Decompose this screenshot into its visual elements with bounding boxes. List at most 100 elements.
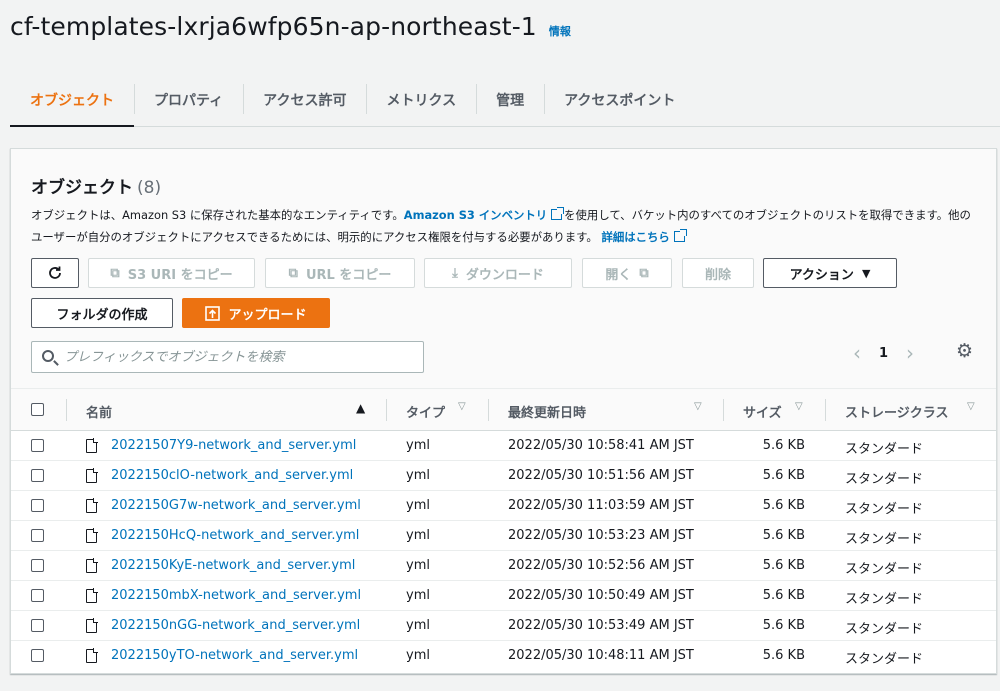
refresh-button[interactable] [31, 258, 79, 288]
row-checkbox[interactable] [31, 498, 44, 512]
file-icon-wrap [86, 557, 98, 575]
upload-icon [205, 305, 221, 321]
object-name-link[interactable]: 2022150mbX-network_and_server.yml [111, 588, 361, 603]
tab-5[interactable]: アクセスポイント [544, 73, 695, 126]
name-cell: 20221507Y9-network_and_server.yml [66, 430, 386, 461]
object-name-link[interactable]: 2022150yTO-network_and_server.yml [111, 648, 358, 663]
tab-1[interactable]: プロパティ [134, 73, 243, 126]
type-cell: yml [386, 520, 488, 551]
object-name-link[interactable]: 2022150KyE-network_and_server.yml [111, 558, 355, 573]
tab-2[interactable]: アクセス許可 [243, 73, 366, 126]
actions-dropdown[interactable]: アクション ▼ [763, 258, 897, 288]
refresh-icon [49, 266, 61, 279]
info-link[interactable]: 情報 [549, 23, 571, 39]
table-row[interactable]: 2022150KyE-network_and_server.yml yml 2022… [11, 550, 996, 581]
page-header: cf-templates-lxrja6wfp65n-ap-northeast-1… [10, 12, 571, 41]
table-row[interactable]: 2022150clO-network_and_server.yml yml 2022… [11, 460, 996, 491]
select-all-checkbox[interactable] [31, 403, 44, 416]
type-cell: yml [386, 610, 488, 641]
upload-button[interactable]: アップロード [182, 298, 330, 328]
modified-cell: 2022/05/30 10:48:11 AM JST [508, 647, 694, 663]
learn-more-link[interactable]: 詳細はこちら [601, 229, 687, 244]
chevron-left-icon[interactable]: ‹ [853, 343, 861, 363]
file-icon-wrap [86, 587, 98, 605]
size-cell: 5.6 KB [723, 550, 825, 581]
file-icon [86, 557, 98, 573]
table-row[interactable]: 2022150HcQ-network_and_server.yml yml 2022… [11, 520, 996, 551]
object-name-link[interactable]: 20221507Y9-network_and_server.yml [111, 438, 356, 453]
table-row[interactable]: 2022150mbX-network_and_server.yml yml 2022… [11, 580, 996, 611]
external-link-icon [673, 229, 687, 242]
sort-icon: ▽ [967, 401, 975, 412]
delete-button[interactable]: 削除 [682, 258, 754, 288]
size-cell: 5.6 KB [762, 647, 805, 663]
row-checkbox[interactable] [31, 588, 44, 602]
header-storage-class[interactable]: ストレージクラス ▽ [825, 389, 996, 431]
panel-header: オブジェクト (8) オブジェクトは、Amazon S3 に保存された基本的なエン… [11, 149, 996, 389]
row-checkbox[interactable] [31, 438, 44, 452]
object-name-link[interactable]: 2022150G7w-network_and_server.yml [111, 498, 361, 513]
tab-0[interactable]: オブジェクト [10, 73, 134, 127]
type-cell: yml [386, 430, 488, 461]
type-cell: yml [386, 580, 488, 611]
row-checkbox[interactable] [31, 558, 44, 572]
row-checkbox[interactable] [31, 618, 44, 632]
header-modified[interactable]: 最終更新日時 ▽ [488, 389, 723, 431]
inventory-link[interactable]: Amazon S3 インベントリ [404, 207, 565, 222]
objects-panel: オブジェクト (8) オブジェクトは、Amazon S3 に保存された基本的なエン… [10, 148, 997, 674]
pagination: ‹ 1 › [853, 341, 914, 365]
row-select-cell [11, 610, 66, 641]
header-type[interactable]: タイプ ▽ [386, 389, 488, 431]
chevron-right-icon[interactable]: › [906, 343, 914, 363]
open-button[interactable]: 開く ⧉ [582, 258, 672, 288]
file-icon [86, 527, 98, 543]
panel-title-label: オブジェクト [31, 178, 133, 198]
file-icon [86, 437, 98, 453]
name-cell: 2022150G7w-network_and_server.yml [66, 490, 386, 521]
object-name-link[interactable]: 2022150clO-network_and_server.yml [111, 468, 353, 483]
tab-bar: オブジェクト プロパティ アクセス許可 メトリクス 管理 アクセスポイント [10, 73, 1000, 127]
row-checkbox[interactable] [31, 648, 44, 662]
header-size[interactable]: サイズ ▽ [723, 389, 825, 431]
file-icon-wrap [86, 647, 98, 665]
name-cell: 2022150KyE-network_and_server.yml [66, 550, 386, 581]
current-page[interactable]: 1 [879, 346, 888, 361]
tab-3[interactable]: メトリクス [366, 73, 476, 126]
size-cell: 5.6 KB [723, 610, 825, 641]
storage-class-cell: スタンダード [825, 610, 996, 641]
file-icon [86, 467, 98, 483]
row-select-cell [11, 550, 66, 581]
search-input[interactable] [64, 342, 419, 372]
row-checkbox[interactable] [31, 528, 44, 542]
tab-4[interactable]: 管理 [476, 73, 544, 126]
row-checkbox[interactable] [31, 468, 44, 482]
download-button[interactable]: ⤓ ダウンロード [424, 258, 572, 288]
file-icon [86, 497, 98, 513]
copy-s3-uri-button[interactable]: ⧉ S3 URI をコピー [88, 258, 255, 288]
sort-icon: ▽ [795, 401, 803, 412]
modified-cell: 2022/05/30 10:52:56 AM JST [488, 550, 723, 581]
name-cell: 2022150nGG-network_and_server.yml [66, 610, 386, 641]
table-row[interactable]: 2022150G7w-network_and_server.yml yml 2022… [11, 490, 996, 521]
row-select-cell [11, 640, 66, 670]
name-cell: 2022150yTO-network_and_server.yml [66, 640, 386, 670]
name-cell: 2022150clO-network_and_server.yml [66, 460, 386, 491]
size-cell: 5.6 KB [723, 430, 825, 461]
type-cell: yml [386, 550, 488, 581]
modified-cell: 2022/05/30 10:53:23 AM JST [488, 520, 723, 551]
external-link-icon: ⧉ [639, 265, 649, 281]
table-row[interactable]: 20221507Y9-network_and_server.yml yml 2022… [11, 430, 996, 461]
row-select-cell [11, 520, 66, 551]
copy-icon: ⧉ [110, 265, 120, 281]
table-row[interactable]: 2022150yTO-network_and_server.yml yml 2022… [11, 640, 996, 670]
modified-cell: 2022/05/30 11:03:59 AM JST [488, 490, 723, 521]
gear-icon[interactable]: ⚙ [956, 342, 973, 361]
object-name-link[interactable]: 2022150nGG-network_and_server.yml [111, 618, 360, 633]
header-name[interactable]: 名前 ▲ [66, 389, 386, 431]
copy-url-button[interactable]: ⧉ URL をコピー [265, 258, 415, 288]
table-row[interactable]: 2022150nGG-network_and_server.yml yml 2022… [11, 610, 996, 641]
storage-class-cell: スタンダード [825, 520, 996, 551]
file-icon-wrap [86, 437, 98, 455]
create-folder-button[interactable]: フォルダの作成 [31, 298, 173, 328]
object-name-link[interactable]: 2022150HcQ-network_and_server.yml [111, 528, 359, 543]
